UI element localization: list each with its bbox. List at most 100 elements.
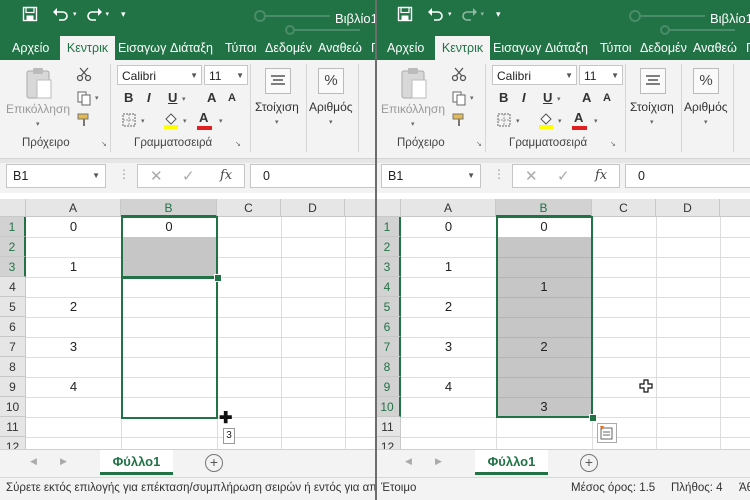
cell-a3[interactable]: 1 [26,257,121,277]
customize-qat-icon[interactable]: ▾ [121,9,126,20]
number-dropdown-icon[interactable]: ▾ [329,118,333,126]
row-header-11[interactable]: 11 [377,417,401,437]
column-header-b[interactable]: B [496,199,592,217]
column-header-a[interactable]: A [26,199,121,217]
customize-qat-icon[interactable]: ▾ [496,9,501,20]
borders-dropdown-icon[interactable]: ▾ [516,117,520,125]
worksheet-grid[interactable]: A B C D 1 2 3 4 5 6 7 8 9 10 11 12 0 0 1… [377,199,750,449]
cell-a9[interactable]: 4 [26,377,121,397]
row-header-3[interactable]: 3 [0,257,26,277]
fill-color-dropdown-icon[interactable]: ▾ [183,117,187,125]
copy-icon[interactable] [451,90,467,106]
underline-dropdown-icon[interactable]: ▾ [557,95,561,103]
font-launcher-icon[interactable]: ↘ [235,140,241,148]
row-header-6[interactable]: 6 [0,317,26,337]
column-header-c[interactable]: C [217,199,281,217]
undo-dropdown-icon[interactable]: ▾ [448,10,452,18]
redo-icon[interactable] [460,6,478,22]
save-icon[interactable] [22,6,38,22]
fill-color-dropdown-icon[interactable]: ▾ [558,117,562,125]
redo-dropdown-icon[interactable]: ▾ [106,10,110,18]
new-sheet-button[interactable]: + [205,454,223,472]
alignment-icon[interactable] [640,68,666,94]
column-header-b[interactable]: B [121,199,217,217]
underline-button[interactable]: U [543,90,552,105]
tab-data[interactable]: Δεδομέν [265,36,313,60]
number-label[interactable]: Αριθμός [309,100,353,114]
font-color-button[interactable]: A [574,110,583,125]
worksheet-grid[interactable]: A B C D 1 2 3 4 5 6 7 8 9 10 11 12 0 0 1… [0,199,376,449]
grow-font-button[interactable]: A [582,90,591,105]
sheet-next-icon[interactable]: ▶ [435,456,442,467]
row-header-9[interactable]: 9 [0,377,26,397]
row-header-8[interactable]: 8 [0,357,26,377]
font-name-combo[interactable]: Calibri ▼ [492,65,577,85]
select-all-corner[interactable] [377,199,401,217]
autofill-options-button[interactable] [597,423,617,443]
borders-icon[interactable] [122,113,136,127]
tab-data[interactable]: Δεδομέν [640,36,688,60]
column-header-e[interactable] [720,199,750,217]
name-box[interactable]: B1 ▼ [381,164,481,188]
tab-insert[interactable]: Εισαγωγ [493,36,543,60]
sheet-prev-icon[interactable]: ◀ [405,456,412,467]
row-header-12[interactable]: 12 [0,437,26,449]
row-header-1[interactable]: 1 [377,217,401,237]
tab-file[interactable]: Αρχείο [387,36,424,60]
alignment-icon[interactable] [265,68,291,94]
number-dropdown-icon[interactable]: ▾ [704,118,708,126]
row-header-3[interactable]: 3 [377,257,401,277]
cancel-icon[interactable]: ✕ [150,167,163,185]
font-size-combo[interactable]: 11 ▼ [579,65,623,85]
tab-layout[interactable]: Διάταξη [545,36,591,60]
font-name-combo[interactable]: Calibri ▼ [117,65,202,85]
insert-function-icon[interactable]: fx [595,168,607,183]
save-icon[interactable] [397,6,413,22]
sheet-next-icon[interactable]: ▶ [60,456,67,467]
copy-dropdown-icon[interactable]: ▾ [95,94,99,102]
row-header-12[interactable]: 12 [377,437,401,449]
cell-a3[interactable]: 1 [401,257,496,277]
row-header-2[interactable]: 2 [0,237,26,257]
tab-insert[interactable]: Εισαγωγ [118,36,168,60]
number-format-icon[interactable]: % [318,68,344,94]
formula-input[interactable]: 0 [625,164,750,188]
cancel-icon[interactable]: ✕ [525,167,538,185]
borders-dropdown-icon[interactable]: ▾ [141,117,145,125]
column-header-c[interactable]: C [592,199,656,217]
format-painter-icon[interactable] [76,112,92,128]
name-box[interactable]: B1 ▼ [6,164,106,188]
copy-dropdown-icon[interactable]: ▾ [470,94,474,102]
row-header-10[interactable]: 10 [0,397,26,417]
sheet-tab-fyllo1[interactable]: Φύλλο1 [100,450,173,475]
sheet-tab-fyllo1[interactable]: Φύλλο1 [475,450,548,475]
formula-input[interactable]: 0 [250,164,376,188]
row-header-5[interactable]: 5 [377,297,401,317]
undo-icon[interactable] [52,6,70,22]
borders-icon[interactable] [497,113,511,127]
row-header-4[interactable]: 4 [377,277,401,297]
tab-home[interactable]: Κεντρικ [60,36,115,61]
undo-icon[interactable] [427,6,445,22]
tab-review[interactable]: Αναθεώ [693,36,740,60]
row-header-1[interactable]: 1 [0,217,26,237]
row-header-4[interactable]: 4 [0,277,26,297]
row-header-9[interactable]: 9 [377,377,401,397]
undo-dropdown-icon[interactable]: ▾ [73,10,77,18]
redo-icon[interactable] [85,6,103,22]
clipboard-launcher-icon[interactable]: ↘ [476,140,482,148]
row-header-8[interactable]: 8 [377,357,401,377]
format-painter-icon[interactable] [451,112,467,128]
underline-button[interactable]: U [168,90,177,105]
column-header-e[interactable] [345,199,376,217]
bold-button[interactable]: B [499,90,508,105]
new-sheet-button[interactable]: + [580,454,598,472]
paste-dropdown-icon[interactable]: ▾ [411,120,415,128]
font-launcher-icon[interactable]: ↘ [610,140,616,148]
number-format-icon[interactable]: % [693,68,719,94]
select-all-corner[interactable] [0,199,26,217]
paste-dropdown-icon[interactable]: ▾ [36,120,40,128]
row-header-2[interactable]: 2 [377,237,401,257]
fill-handle[interactable] [214,274,222,282]
clipboard-launcher-icon[interactable]: ↘ [101,140,107,148]
